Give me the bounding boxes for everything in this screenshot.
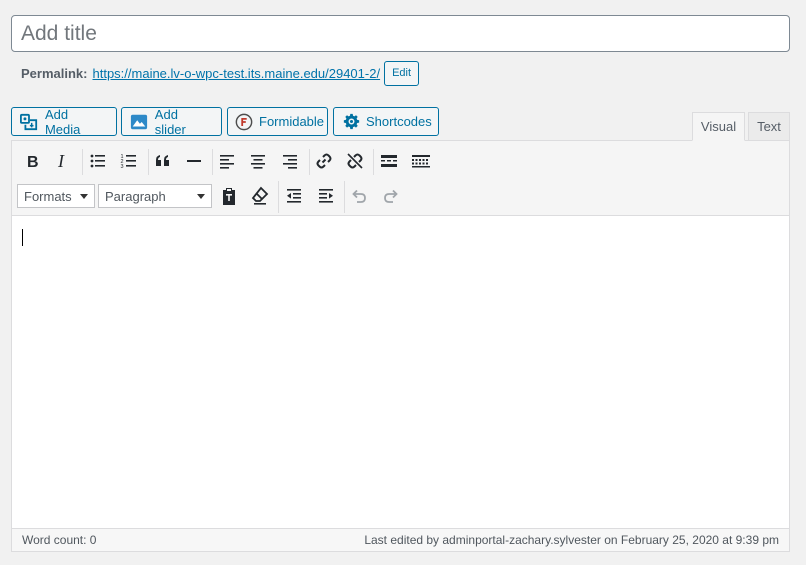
shortcodes-button[interactable]: Shortcodes [333,107,439,136]
align-center-icon[interactable] [244,147,272,175]
bold-icon[interactable]: B [18,147,46,175]
chevron-down-icon [197,193,205,199]
add-media-button[interactable]: Add Media [11,106,117,137]
clear-formatting-icon[interactable] [246,182,274,210]
permalink-bar: Permalink: https://maine.lv-o-wpc-test.i… [21,60,420,86]
text-cursor [22,229,23,246]
tab-text[interactable]: Text [748,112,790,141]
add-media-label: Add Media [44,106,81,137]
permalink-url-link[interactable]: https://maine.lv-o-wpc-test.its.maine.ed… [92,66,380,81]
read-more-icon[interactable] [375,147,403,175]
svg-text:B: B [27,154,39,171]
svg-text:3: 3 [121,164,124,170]
align-left-icon[interactable] [213,147,241,175]
outdent-icon[interactable] [280,182,308,210]
formats-label: Formats [24,188,72,204]
paragraph-dropdown[interactable]: Paragraph [98,184,212,208]
formats-dropdown[interactable]: Formats [17,184,95,208]
gear-icon [343,112,360,132]
bulleted-list-icon[interactable] [84,147,112,175]
italic-icon[interactable]: I [49,147,77,175]
paste-text-icon[interactable] [215,182,243,210]
formidable-label: Formidable [259,114,325,129]
editor-content-area[interactable] [12,216,789,528]
editor-toolbar: B I 123 Formats Paragraph [12,141,789,216]
toolbar-separator [82,149,83,175]
slider-icon [129,112,149,132]
toolbar-separator [373,149,374,175]
formidable-icon [235,112,253,132]
redo-icon[interactable] [377,182,405,210]
horizontal-line-icon[interactable] [180,147,208,175]
shortcodes-label: Shortcodes [366,114,432,129]
unlink-icon[interactable] [341,147,369,175]
post-title-input[interactable] [11,15,790,52]
word-count: Word count: 0 [22,533,97,547]
editor-status-bar: Word count: 0 Last edited by adminportal… [12,528,789,551]
toolbar-toggle-icon[interactable] [407,147,435,175]
indent-icon[interactable] [312,182,340,210]
undo-icon[interactable] [345,182,373,210]
permalink-label: Permalink: [21,65,88,81]
last-edited-info: Last edited by adminportal-zachary.sylve… [364,533,779,547]
tab-visual[interactable]: Visual [692,112,745,141]
svg-text:I: I [57,151,65,171]
link-icon[interactable] [310,147,338,175]
toolbar-separator [278,181,279,213]
editor-container: B I 123 Formats Paragraph Word count: 0 … [11,140,790,552]
permalink-edit-button[interactable]: Edit [384,60,420,86]
blockquote-icon[interactable] [149,147,177,175]
numbered-list-icon[interactable]: 123 [115,147,143,175]
add-media-icon [19,112,39,132]
chevron-down-icon [80,193,88,199]
formidable-button[interactable]: Formidable [227,107,328,136]
paragraph-label: Paragraph [105,188,166,204]
add-slider-label: Add slider [154,106,186,137]
add-slider-button[interactable]: Add slider [121,106,222,137]
align-right-icon[interactable] [276,147,304,175]
